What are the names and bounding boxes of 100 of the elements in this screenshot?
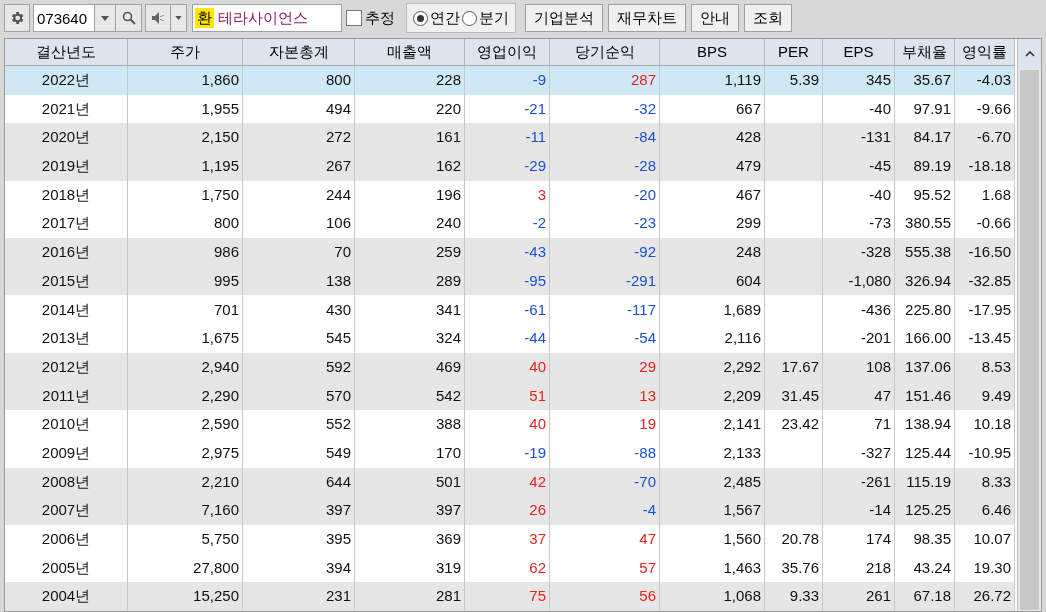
table-cell-text: 267: [325, 156, 351, 177]
table-cell-text: -20: [634, 184, 656, 205]
table-cell-text: -88: [634, 442, 656, 463]
table-cell-text: 1,068: [723, 586, 761, 607]
table-cell-text: -70: [634, 471, 656, 492]
column-header[interactable]: 자본총계: [243, 39, 355, 65]
column-header[interactable]: 매출액: [355, 39, 465, 65]
table-cell-text: 995: [213, 270, 239, 291]
table-cell-text: 151.46: [905, 385, 951, 406]
table-cell-text: 2,975: [201, 442, 239, 463]
table-cell-text: 397: [435, 500, 461, 521]
table-cell-text: 240: [435, 213, 461, 234]
caret-icon: [175, 16, 182, 20]
column-header[interactable]: 결산년도: [5, 39, 128, 65]
table-cell-text: 272: [325, 127, 351, 148]
table-row[interactable]: 2020년 2,150 272 161 -11 -84 428 -131 84.17 -6.70: [5, 123, 1015, 152]
table-row[interactable]: 2016년 986 70 259 -43 -92 248 -328 555.38 -16.50: [5, 238, 1015, 267]
radio-button[interactable]: [413, 10, 428, 26]
table-cell-text: -32: [634, 98, 656, 119]
stock-name-field[interactable]: 환 테라사이언스: [192, 4, 342, 32]
table-cell-text: 23.42: [781, 414, 819, 435]
stock-code-field[interactable]: 073640: [33, 4, 95, 32]
table-cell-text: 2,209: [723, 385, 761, 406]
currency-badge: 환: [195, 8, 214, 28]
table-cell-text: 2,940: [201, 356, 239, 377]
toolbar-button[interactable]: 기업분석: [525, 4, 603, 32]
column-header[interactable]: 영업이익: [465, 39, 550, 65]
table-cell-text: 2,116: [724, 328, 761, 349]
table-cell-text: 2017년: [41, 213, 91, 234]
table-row[interactable]: 2019년 1,195 267 162 -29 -28 479 -45 89.19 -18.18: [5, 152, 1015, 181]
table-cell-text: 97.91: [913, 98, 951, 119]
table-cell-text: -32.85: [968, 270, 1011, 291]
table-cell-text: 2019년: [41, 156, 91, 177]
table-row[interactable]: 2022년 1,860 800 228 -9 287 1,119 5.39 345 35.67 -4.03: [5, 65, 1015, 95]
table-row[interactable]: 2004년 15,250 231 281 75 56 1,068 9.33 261 67.18 26.72: [5, 582, 1015, 611]
table-cell-text: 986: [213, 242, 239, 263]
table-cell-text: 5,750: [201, 529, 239, 550]
scroll-thumb[interactable]: [1020, 70, 1039, 610]
table-cell-text: -45: [869, 156, 891, 177]
speaker-icon: [151, 11, 165, 25]
table-cell-text: 2006년: [41, 529, 91, 550]
scrollbar[interactable]: [1017, 39, 1041, 611]
table-row[interactable]: 2011년 2,290 570 542 51 13 2,209 31.45 47 151.46 9.49: [5, 381, 1015, 411]
table-cell-text: -10.95: [968, 442, 1011, 463]
table-cell-text: 9.33: [789, 586, 819, 607]
table-cell-text: 62: [529, 557, 546, 578]
table-cell-text: 161: [435, 127, 461, 148]
column-header[interactable]: 주가: [128, 39, 243, 65]
table-cell-text: 545: [325, 328, 351, 349]
table-cell-text: 26.72: [973, 586, 1011, 607]
column-header[interactable]: 당기순익: [550, 39, 660, 65]
dropdown-button[interactable]: [95, 4, 116, 32]
table-cell-text: 108: [865, 356, 891, 377]
table-cell-text: 2005년: [41, 557, 91, 578]
table-cell-text: 244: [325, 184, 351, 205]
table-cell-text: 2013년: [41, 328, 91, 349]
table-cell-text: 19.30: [973, 557, 1011, 578]
table-row[interactable]: 2015년 995 138 289 -95 -291 604 -1,080 326.94 -32.85: [5, 266, 1015, 296]
scroll-up-button[interactable]: [1018, 39, 1041, 69]
table-row[interactable]: 2008년 2,210 644 501 42 -70 2,485 -261 115.19 8.33: [5, 467, 1015, 497]
estimate-checkbox[interactable]: [346, 10, 362, 26]
toolbar-button[interactable]: 재무차트: [608, 4, 686, 32]
toolbar-button[interactable]: 안내: [691, 4, 739, 32]
table-cell-text: 35.67: [913, 70, 951, 91]
table-cell-text: 2,590: [201, 414, 239, 435]
radio-button[interactable]: [462, 10, 477, 26]
table-cell-text: 1,750: [201, 184, 239, 205]
table-cell-text: 1,675: [201, 328, 239, 349]
table-cell-text: 2014년: [41, 299, 91, 320]
table-cell-text: 397: [325, 500, 351, 521]
table-cell-text: 1,463: [723, 557, 761, 578]
column-header[interactable]: EPS: [823, 39, 895, 65]
toolbar-button[interactable]: 조회: [744, 4, 792, 32]
column-header[interactable]: PER: [765, 39, 823, 65]
table-cell-text: -29: [524, 156, 546, 177]
table-cell-text: 345: [865, 70, 891, 91]
table-row[interactable]: 2007년 7,160 397 397 26 -4 1,567 -14 125.25 6.46: [5, 496, 1015, 525]
column-header[interactable]: 부채율: [895, 39, 955, 65]
table-cell-text: 2012년: [41, 356, 91, 377]
settings-button[interactable]: [4, 4, 30, 32]
table-cell-text: 388: [435, 414, 461, 435]
column-header[interactable]: 영익률: [955, 39, 1015, 65]
table-row[interactable]: 2012년 2,940 592 469 40 29 2,292 17.67 108 137.06 8.53: [5, 352, 1015, 382]
table-cell-text: 1,567: [723, 500, 761, 521]
table-cell-text: -16.50: [968, 242, 1011, 263]
table-cell-text: -327: [860, 442, 891, 463]
table-cell-text: 27,800: [193, 557, 239, 578]
table-cell-text: -40: [869, 184, 891, 205]
table-cell-text: 3: [537, 184, 546, 205]
table-cell-text: 259: [435, 242, 461, 263]
column-header[interactable]: BPS: [660, 39, 765, 65]
table-cell-text: 1,860: [201, 70, 239, 91]
table-cell-text: 2022년: [41, 70, 91, 91]
table-cell-text: 299: [735, 213, 761, 234]
table-cell-text: 1,689: [723, 299, 761, 320]
search-button[interactable]: [116, 4, 142, 32]
table-cell-text: -28: [634, 156, 656, 177]
table-cell-text: 701: [213, 299, 239, 320]
table-cell-text: 479: [735, 156, 761, 177]
table-cell-text: -54: [634, 328, 656, 349]
